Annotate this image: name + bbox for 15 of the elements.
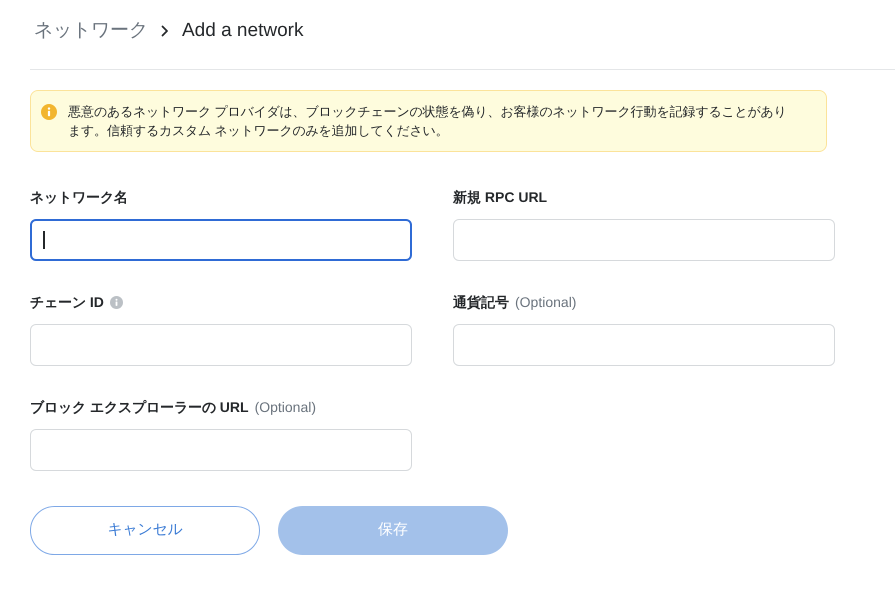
field-label: 通貨記号 xyxy=(453,293,509,312)
chevron-right-icon xyxy=(161,25,169,37)
field-label: チェーン ID xyxy=(30,293,104,312)
page-title: Add a network xyxy=(182,19,304,43)
warning-text: 悪意のあるネットワーク プロバイダは、ブロックチェーンの状態を偽り、お客様のネットワーク行動を記録することがあります。信頼するカスタム ネットワークのみを追加してください。 xyxy=(68,103,788,140)
optional-note: (Optional) xyxy=(515,293,576,312)
breadcrumb-link[interactable]: ネットワーク xyxy=(34,18,148,44)
warning-icon xyxy=(41,104,57,120)
input-field[interactable] xyxy=(30,219,412,261)
cancel-button[interactable]: キャンセル xyxy=(30,506,260,555)
field-label: ネットワーク名 xyxy=(30,188,128,207)
optional-note: (Optional) xyxy=(254,398,316,417)
field-label: 新規 RPC URL xyxy=(453,188,548,207)
text-cursor-icon xyxy=(43,231,44,249)
field-label: ブロック エクスプローラーの URL xyxy=(30,398,249,417)
